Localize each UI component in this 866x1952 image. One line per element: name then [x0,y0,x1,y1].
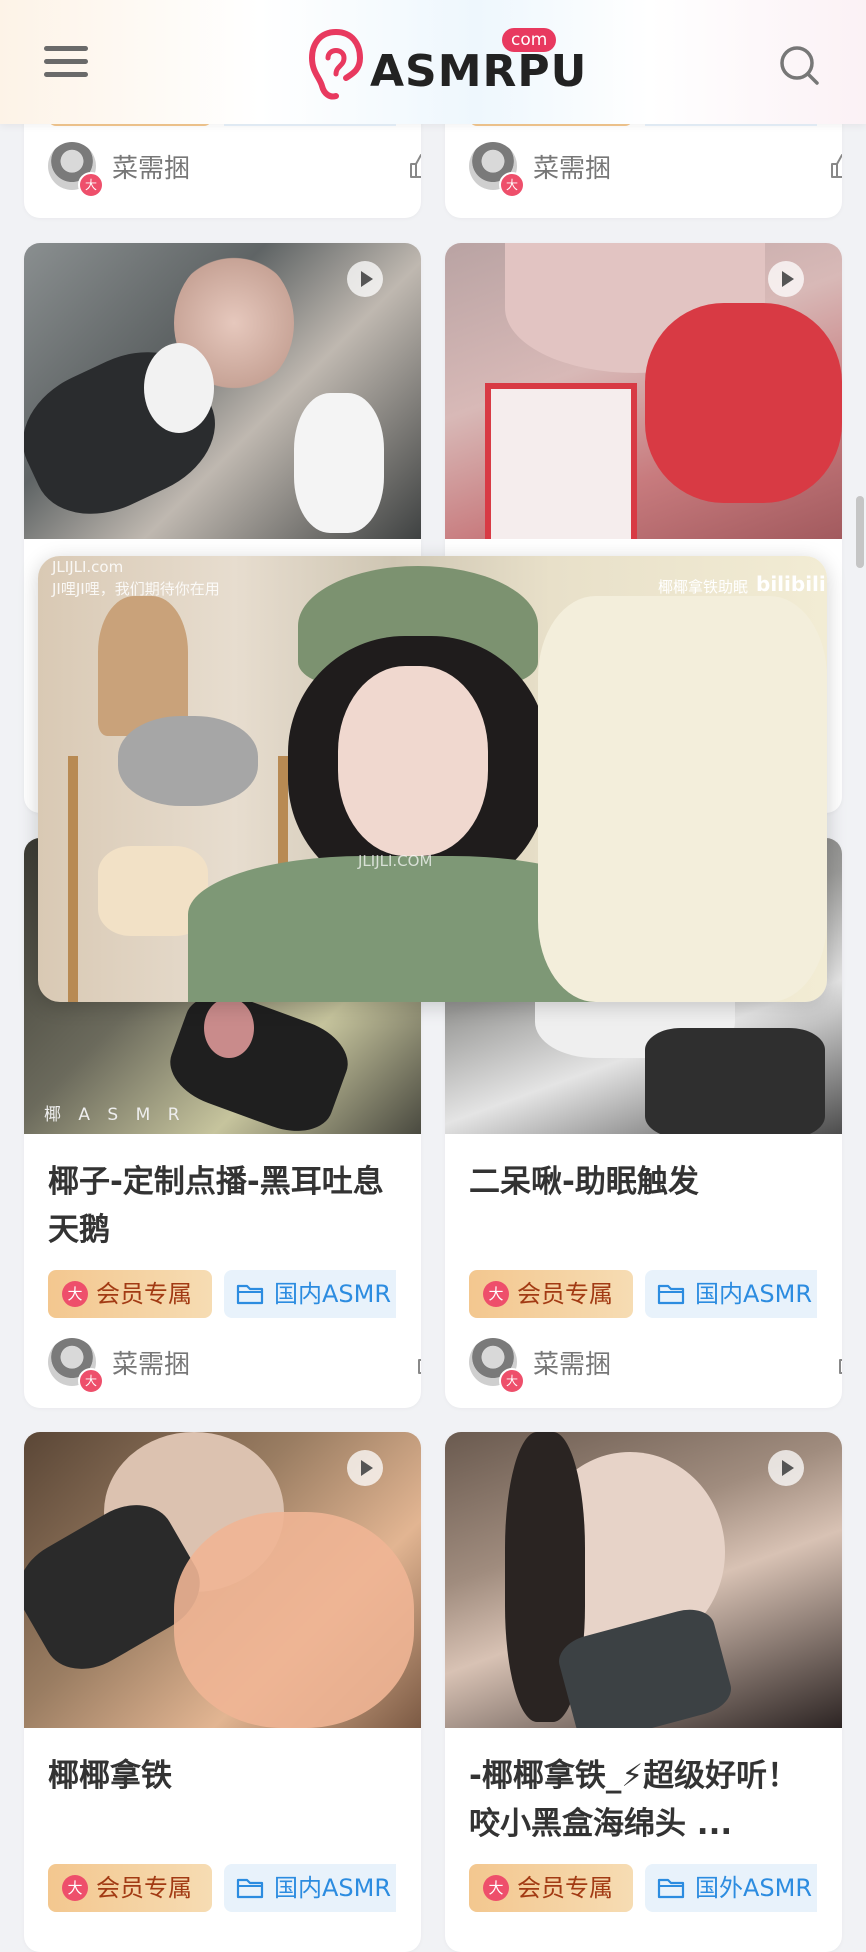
thumbs-up-icon [410,154,421,178]
member-tag-label: 会员专属 [96,1874,192,1902]
vase-shape [98,596,188,736]
card-title[interactable]: 椰椰拿铁 [48,1752,398,1800]
category-tag-label: 国外ASMR [695,1874,813,1902]
category-tag-label: 国内ASMR [695,1280,813,1308]
member-tag[interactable]: 大 会员专属 [48,1270,212,1318]
category-tag-label: 国内ASMR [274,1874,392,1902]
site-header: ASMRPU com [0,0,866,124]
member-tag-label: 会员专属 [96,1280,192,1308]
glove-shape [294,393,384,533]
video-card[interactable]: 椰椰拿铁 大 会员专属 国内ASMR [24,1432,421,1952]
card-title[interactable]: -椰椰拿铁_⚡超级好听！咬小黑盒海绵头 ... [469,1752,819,1848]
author-name[interactable]: 菜需捆 [112,1344,190,1381]
category-tag[interactable]: 国内ASMR [224,1864,396,1912]
folder-icon [236,1284,264,1305]
member-badge-icon: 大 [62,1281,88,1307]
thumbs-up-icon [418,1359,421,1374]
category-tag[interactable]: 国内ASMR [224,1270,396,1318]
ear-logo-icon [308,29,364,100]
hand-shape [174,1512,414,1728]
hamburger-menu-icon[interactable] [44,44,90,80]
stocking-shape [645,1028,825,1134]
author-name[interactable]: 菜需捆 [112,148,190,185]
thumbs-up-icon [839,1359,842,1374]
video-preview-popup[interactable]: JLIJLI.com JI哩JI哩，我们期待你在用 椰椰拿铁助眠 bilibil… [38,556,827,1002]
author-row: 大 菜需捆 6 [48,142,421,198]
play-icon[interactable] [347,1450,383,1486]
ear-mic-shape [144,343,214,433]
author-name[interactable]: 菜需捆 [533,1344,611,1381]
member-tag[interactable]: 大 会员专属 [48,1864,212,1912]
logo-badge: com [502,28,557,52]
watermark: JLIJLI.com [52,558,124,576]
video-thumbnail[interactable] [24,243,421,539]
play-icon[interactable] [768,1450,804,1486]
collar-shape [485,383,637,539]
member-badge-icon: 大 [483,1281,509,1307]
author-name[interactable]: 菜需捆 [533,148,611,185]
author-row: 大 菜需捆 14 [48,1338,421,1394]
watermark: JI哩JI哩，我们期待你在用 [52,580,220,598]
member-tag[interactable]: 大 会员专属 [469,1270,633,1318]
folder-icon [657,1878,685,1899]
member-tag[interactable]: 大 会员专属 [469,1864,633,1912]
member-badge-icon: 大 [78,1368,104,1394]
video-thumbnail[interactable] [445,1432,842,1728]
play-icon[interactable] [768,261,804,297]
author-row: 大 菜需捆 5 [469,142,842,198]
bilibili-logo: bilibili [756,572,826,596]
play-icon[interactable] [347,261,383,297]
member-tag-label: 会员专属 [517,1280,613,1308]
category-tag-label: 国内ASMR [274,1280,392,1308]
card-title[interactable]: 椰子-定制点播-黑耳吐息天鹅 [48,1158,398,1254]
member-badge-icon: 大 [499,172,525,198]
author-row: 大 菜需捆 12 [469,1338,842,1394]
card-title[interactable]: 二呆啾-助眠触发 [469,1158,819,1206]
member-tag-label: 会员专属 [517,1874,613,1902]
search-icon[interactable] [778,44,820,86]
video-thumbnail[interactable] [445,243,842,539]
thumbnail-caption: 椰 A S M R [44,1105,186,1125]
sleeve-shape [645,303,842,503]
member-badge-icon: 大 [499,1368,525,1394]
folder-icon [657,1284,685,1305]
scrollbar-thumb[interactable] [856,496,864,568]
video-card[interactable]: -椰椰拿铁_⚡超级好听！咬小黑盒海绵头 ... 大 会员专属 国外ASMR [445,1432,842,1952]
member-badge-icon: 大 [483,1875,509,1901]
plush-elephant-shape [118,716,258,806]
pillow-shape [538,596,827,1002]
watermark: JLIJLI.COM [358,852,433,870]
category-tag[interactable]: 国外ASMR [645,1864,817,1912]
logo-text: ASMRPU [370,46,588,97]
member-badge-icon: 大 [78,172,104,198]
mouth-shape [204,998,254,1058]
face-shape [338,666,488,856]
thumbs-up-icon [831,154,842,178]
microphone-shape [160,982,358,1134]
member-badge-icon: 大 [62,1875,88,1901]
watermark: 椰椰拿铁助眠 [658,578,749,596]
video-thumbnail[interactable] [24,1432,421,1728]
site-logo[interactable]: ASMRPU com [308,26,586,106]
category-tag[interactable]: 国内ASMR [645,1270,817,1318]
folder-icon [236,1878,264,1899]
